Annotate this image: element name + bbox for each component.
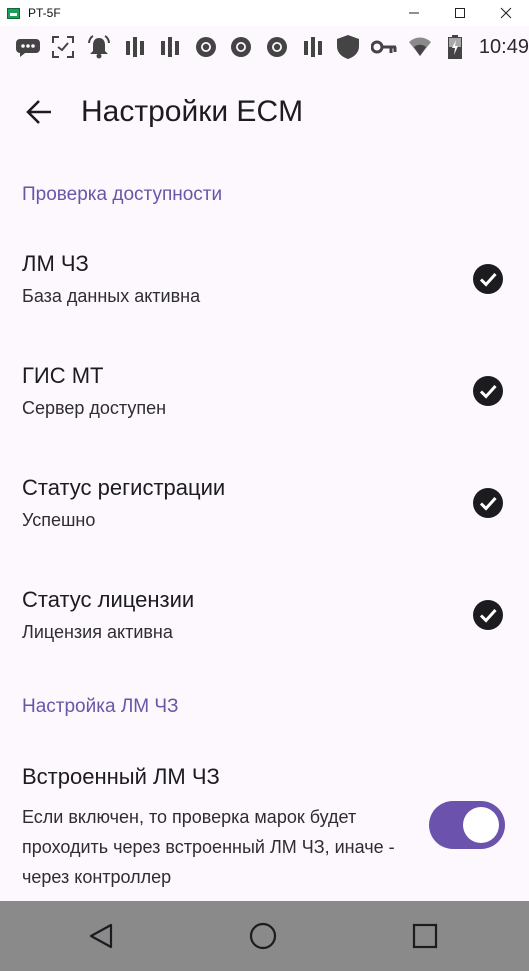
pref-license-status[interactable]: Статус лицензии Лицензия активна: [0, 587, 529, 657]
alarm-bell-icon: [81, 26, 117, 68]
status-time: 10:49: [478, 35, 529, 58]
page-title: Настройки ECM: [81, 95, 304, 128]
chrome-icon: [188, 26, 224, 68]
pref-title-embedded-lm: Встроенный ЛМ ЧЗ: [22, 764, 220, 789]
pref-registration-status[interactable]: Статус регистрации Успешно: [0, 475, 529, 545]
chrome-icon: [259, 26, 295, 68]
app-bar: Настройки ECM: [0, 68, 529, 156]
minimize-icon: [409, 12, 419, 14]
battery-icon: [437, 26, 473, 68]
signal-bars-icon: [152, 26, 188, 68]
app-window-icon: [7, 7, 20, 19]
window-title: PT-5F: [28, 6, 61, 20]
pref-title: Статус регистрации: [22, 475, 226, 500]
embedded-lm-switch[interactable]: [429, 801, 505, 849]
key-icon: [366, 26, 402, 68]
scan-icon: [46, 26, 82, 68]
pref-summary: Успешно: [22, 510, 96, 530]
home-circle-icon: [249, 922, 277, 950]
maximize-button[interactable]: [437, 0, 483, 26]
pref-summary: Лицензия активна: [22, 622, 173, 642]
wifi-icon: [402, 26, 438, 68]
pref-gis-mt[interactable]: ГИС МТ Сервер доступен: [0, 363, 529, 433]
phone-screen: 10:49 Настройки ECM Проверка доступности…: [0, 26, 529, 971]
maximize-icon: [455, 8, 465, 18]
pref-summary-embedded-lm: Если включен, то проверка марок будет пр…: [22, 807, 395, 887]
pref-title: ЛМ ЧЗ: [22, 251, 89, 276]
chrome-icon: [224, 26, 260, 68]
navigation-bar: [0, 901, 529, 971]
signal-bars-icon: [117, 26, 153, 68]
close-icon: [500, 7, 512, 19]
pref-lm-cz[interactable]: ЛМ ЧЗ База данных активна: [0, 251, 529, 321]
switch-thumb: [463, 807, 499, 843]
check-circle-icon: [473, 376, 503, 406]
section-header-lm-settings: Настройка ЛМ ЧЗ: [22, 696, 179, 717]
close-button[interactable]: [483, 0, 529, 26]
check-circle-icon: [473, 264, 503, 294]
recents-square-icon: [412, 923, 438, 949]
pref-summary: Сервер доступен: [22, 398, 167, 418]
pref-title: ГИС МТ: [22, 363, 104, 388]
nav-home-button[interactable]: [231, 901, 295, 971]
nav-back-button[interactable]: [69, 901, 133, 971]
signal-bars-icon: [295, 26, 331, 68]
shield-icon: [330, 26, 366, 68]
window-controls: [391, 0, 529, 26]
pref-title: Статус лицензии: [22, 587, 195, 612]
minimize-button[interactable]: [391, 0, 437, 26]
back-button[interactable]: [19, 92, 59, 132]
chat-bubble-icon: [10, 26, 46, 68]
check-circle-icon: [473, 488, 503, 518]
arrow-back-icon: [26, 100, 51, 124]
section-header-availability: Проверка доступности: [22, 184, 223, 205]
back-triangle-icon: [89, 923, 113, 949]
pref-summary: База данных активна: [22, 286, 201, 306]
window-titlebar: PT-5F: [0, 0, 529, 26]
nav-recents-button[interactable]: [393, 901, 457, 971]
check-circle-icon: [473, 600, 503, 630]
status-bar: 10:49: [0, 26, 529, 68]
